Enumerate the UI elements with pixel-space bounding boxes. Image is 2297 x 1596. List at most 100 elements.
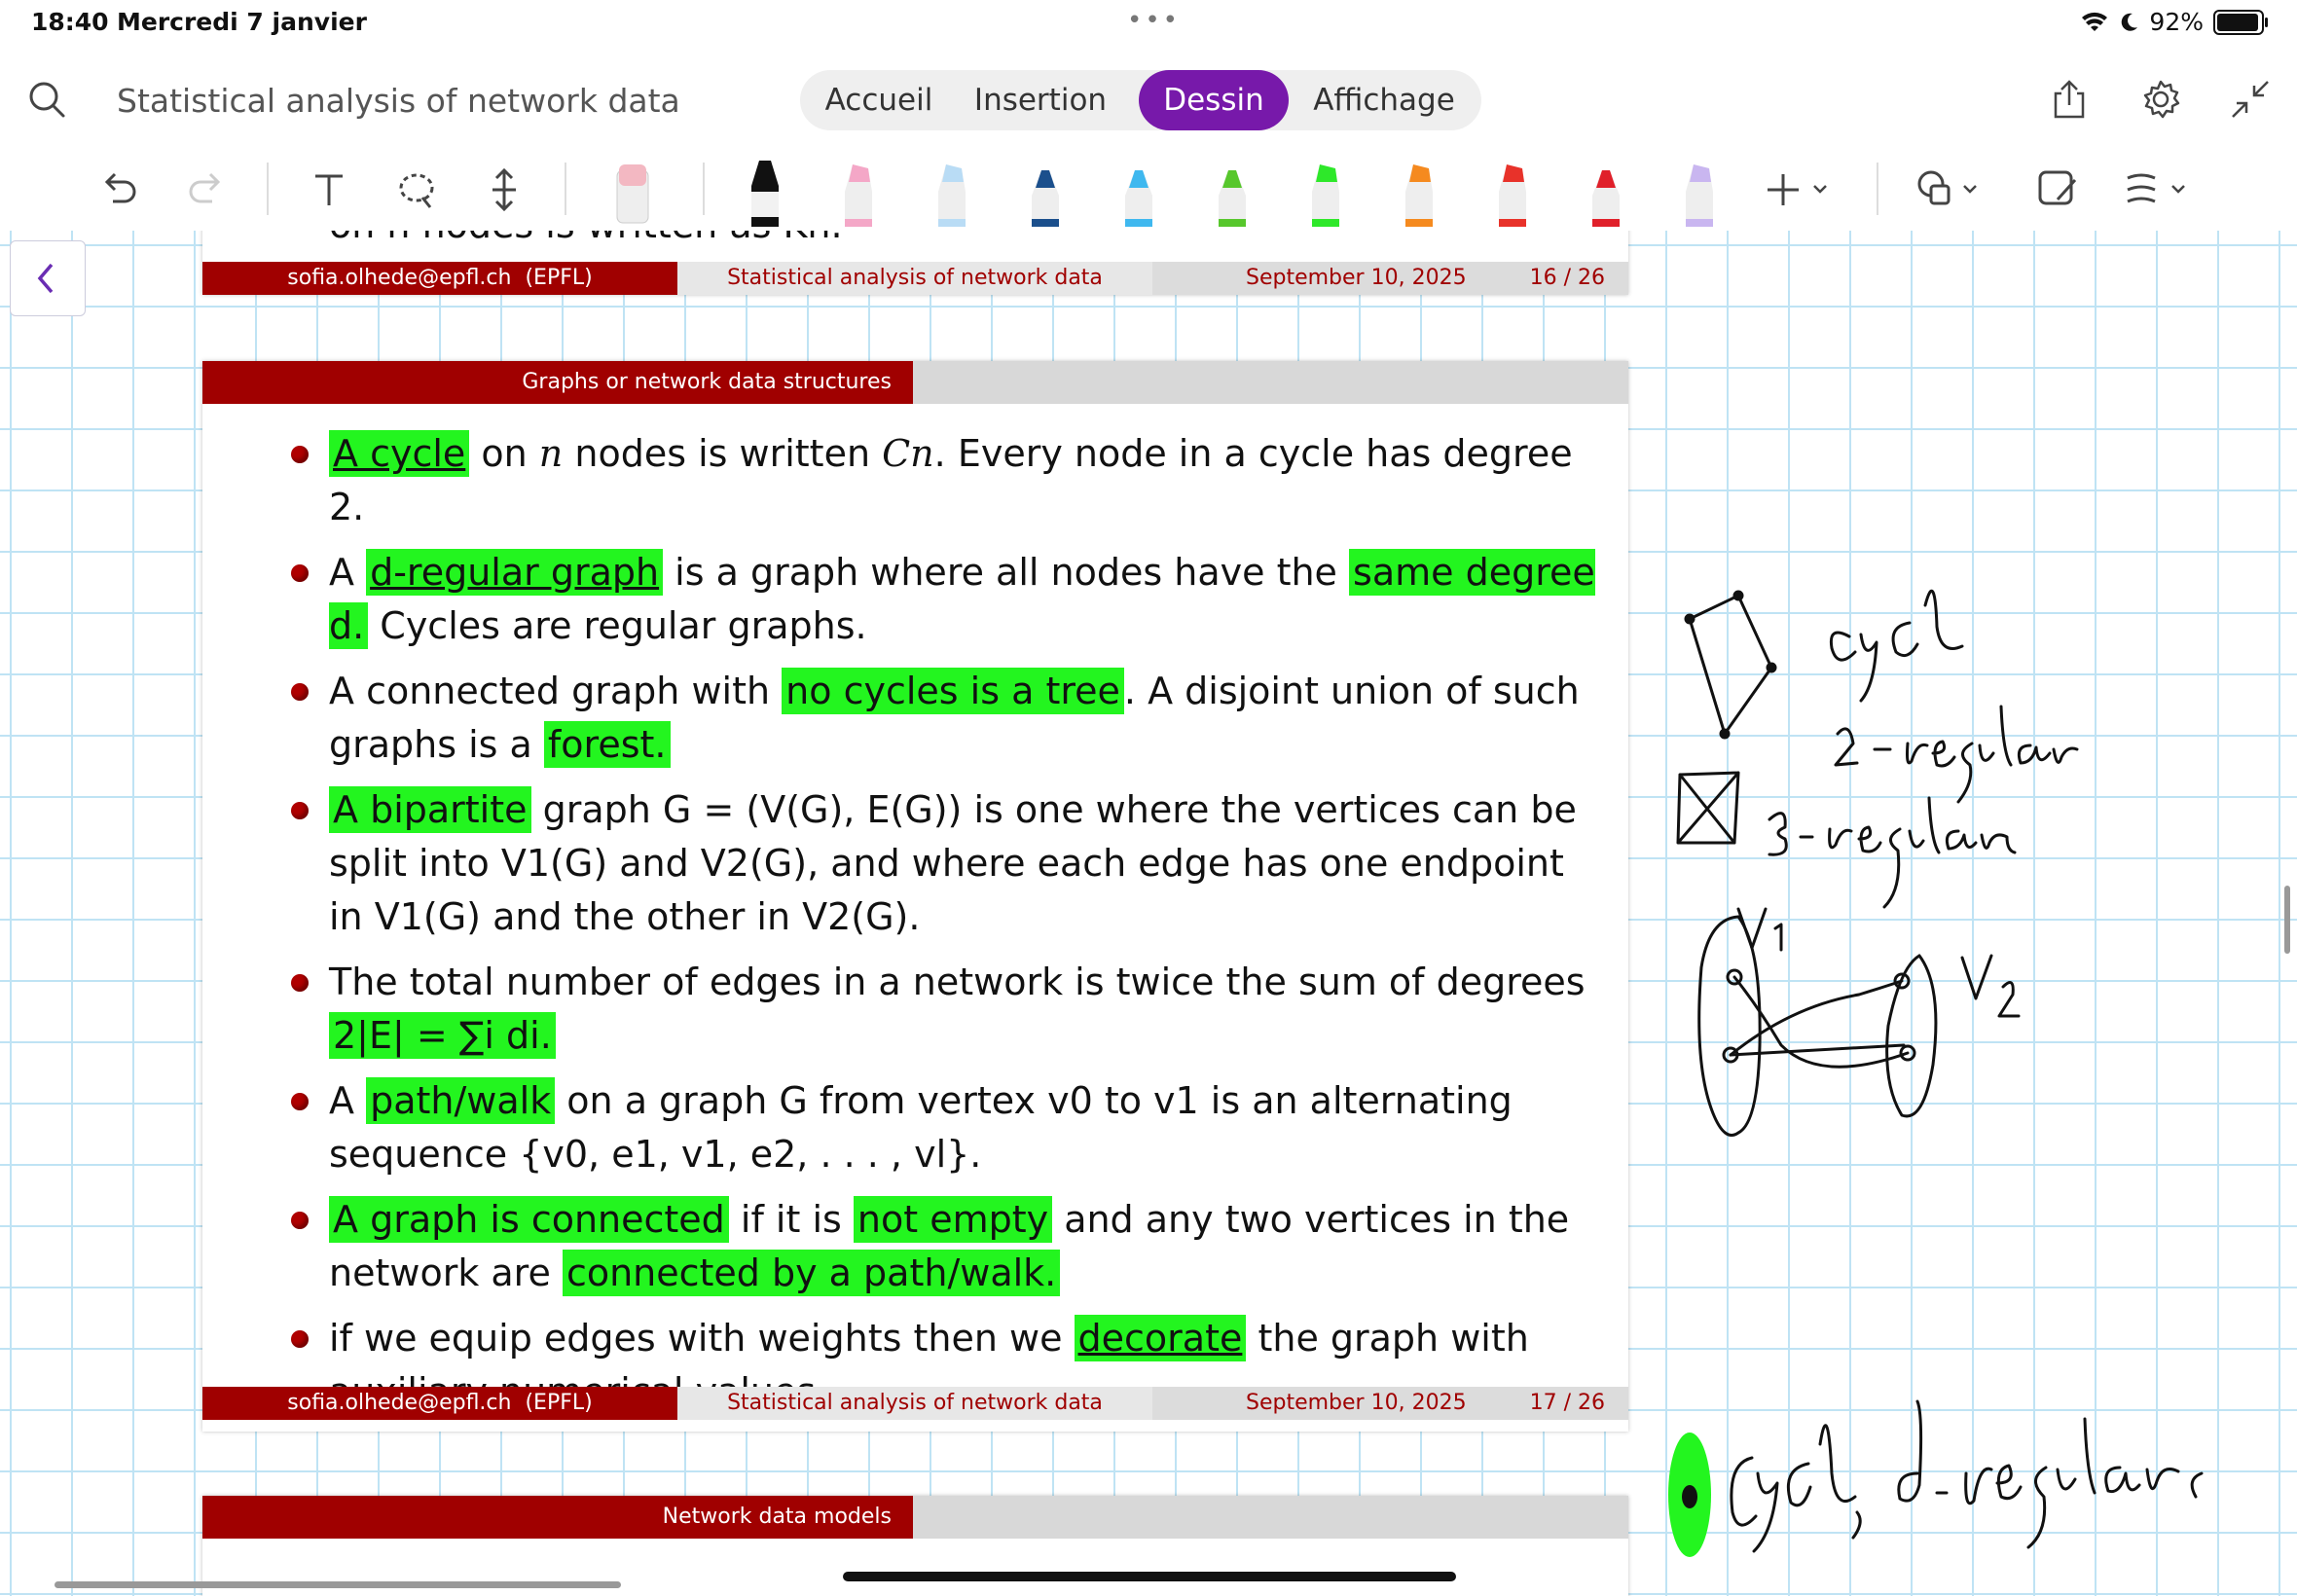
previous-slide-footer: sofia.olhede@epfl.ch (EPFL) Statistical …: [202, 262, 1628, 295]
bullet-regular-graph: A d-regular graph is a graph where all n…: [202, 546, 1628, 653]
home-indicator[interactable]: [843, 1572, 1456, 1581]
bullet-segment: A connected graph with: [329, 670, 783, 712]
pink-highlighter-icon[interactable]: [839, 157, 878, 227]
slide-footer: sofia.olhede@epfl.ch (EPFL) Statistical …: [202, 1387, 1628, 1420]
bullet-cycle: A cycle on n nodes is written Cn. Every …: [202, 427, 1628, 534]
previous-slide: on n nodes is written as Kn. sofia.olhed…: [202, 231, 1628, 295]
bullet-segment: nodes is written: [563, 432, 883, 475]
bullet-path: A path/walk on a graph G from vertex v0 …: [202, 1074, 1628, 1181]
ink-to-text-icon[interactable]: [2122, 161, 2200, 219]
highlighted-text: decorate: [1074, 1315, 1247, 1361]
horizontal-scrollbar[interactable]: [55, 1581, 621, 1588]
footer-institution: (EPFL): [525, 1391, 593, 1415]
footer-author: sofia.olhede@epfl.ch: [287, 266, 512, 290]
highlighted-text: connected by a path/walk.: [562, 1250, 1061, 1296]
battery-icon: [2213, 9, 2268, 35]
highlighted-text: no cycles is a tree: [782, 668, 1124, 714]
highlighted-text: A cycle: [329, 430, 470, 477]
collapse-icon[interactable]: [2229, 78, 2272, 121]
current-slide: Graphs or network data structures A cycl…: [202, 361, 1628, 1432]
bullet-segment: The total number of edges in a network i…: [329, 961, 1586, 1003]
footer-institution: (EPFL): [525, 266, 593, 290]
footer-title: Statistical analysis of network data: [677, 1387, 1152, 1420]
drawing-toolbar: [0, 157, 2297, 231]
slide-section-title: Graphs or network data structures: [202, 361, 913, 404]
status-bar: 18:40 Mercredi 7 janvier ••• 92%: [0, 0, 2297, 45]
insert-space-icon[interactable]: [483, 161, 526, 219]
back-button[interactable]: [10, 240, 86, 316]
orange-highlighter-icon[interactable]: [1400, 157, 1439, 227]
footer-page: 17 / 26: [1529, 1391, 1605, 1415]
document-title[interactable]: Statistical analysis of network data: [117, 82, 680, 120]
chevron-left-icon: [37, 263, 54, 294]
highlighted-text: path/walk: [366, 1077, 556, 1124]
tab-affichage[interactable]: Affichage: [1296, 70, 1472, 130]
ink-to-shape-icon[interactable]: [2034, 161, 2083, 219]
highlighted-text: A graph is connected: [329, 1196, 729, 1243]
ribbon-tabs: Accueil Insertion Dessin Affichage: [800, 70, 1481, 130]
settings-gear-icon[interactable]: [2139, 78, 2182, 121]
bullet-segment: Cycles are regular graphs.: [368, 604, 867, 647]
multitasking-dots-icon[interactable]: •••: [1127, 6, 1181, 35]
bullet-text: A cycle on n nodes is written Cn. Every …: [329, 430, 1573, 528]
lasso-icon[interactable]: [395, 161, 438, 219]
bullet-text: A connected graph with no cycles is a tr…: [329, 668, 1580, 768]
green-pen-icon[interactable]: [1213, 157, 1252, 227]
bullet-segment: on: [469, 432, 539, 475]
bullet-text: The total number of edges in a network i…: [329, 961, 1586, 1059]
black-pen-icon[interactable]: [746, 157, 784, 227]
bullet-segment: if we equip edges with weights then we: [329, 1317, 1075, 1360]
undo-icon[interactable]: [97, 161, 140, 219]
bullet-segment: A: [329, 551, 367, 594]
status-right: 92%: [2081, 8, 2268, 36]
navy-pen-icon[interactable]: [1026, 157, 1065, 227]
green-highlighter-icon[interactable]: [1306, 157, 1345, 227]
share-icon[interactable]: [2048, 78, 2091, 121]
redo-icon[interactable]: [185, 161, 228, 219]
footer-page: 16 / 26: [1529, 266, 1605, 290]
red-highlighter-icon[interactable]: [1493, 157, 1532, 227]
next-slide-header: Network data models: [202, 1496, 1628, 1539]
bullet-tree: A connected graph with no cycles is a tr…: [202, 665, 1628, 772]
footer-date: September 10, 2025: [1246, 1391, 1467, 1415]
notebook-page[interactable]: on n nodes is written as Kn. sofia.olhed…: [0, 231, 2297, 1596]
footer-author: sofia.olhede@epfl.ch: [287, 1391, 512, 1415]
shapes-icon[interactable]: [1914, 161, 1987, 219]
top-bar: Statistical analysis of network data Acc…: [0, 45, 2297, 157]
footer-date: September 10, 2025: [1246, 266, 1467, 290]
bullet-segment: Cn: [882, 432, 934, 475]
bullet-text: A path/walk on a graph G from vertex v0 …: [329, 1077, 1513, 1176]
lavender-highlighter-icon[interactable]: [1680, 157, 1719, 227]
bullet-bipartite: A bipartite graph G = (V(G), E(G)) is on…: [202, 783, 1628, 944]
tab-insertion[interactable]: Insertion: [958, 70, 1123, 130]
slide-header: Graphs or network data structures: [202, 361, 1628, 404]
red-pen-icon[interactable]: [1586, 157, 1625, 227]
handwritten-notes[interactable]: [1645, 461, 2297, 1580]
next-slide-section-title: Network data models: [202, 1496, 913, 1539]
tab-dessin[interactable]: Dessin: [1139, 70, 1289, 130]
bullet-segment: is a graph where all nodes have the: [663, 551, 1350, 594]
lightblue-highlighter-icon[interactable]: [932, 157, 971, 227]
bullet-segment: n: [538, 432, 564, 475]
battery-percent: 92%: [2149, 8, 2204, 36]
add-pen-icon[interactable]: [1766, 161, 1834, 219]
vertical-scrollbar[interactable]: [2284, 886, 2290, 954]
footer-title: Statistical analysis of network data: [677, 262, 1152, 295]
search-icon[interactable]: [27, 80, 66, 119]
tab-accueil[interactable]: Accueil: [800, 70, 958, 130]
wifi-icon: [2082, 12, 2108, 31]
status-date: Mercredi 7 janvier: [117, 8, 367, 36]
skyblue-pen-icon[interactable]: [1119, 157, 1158, 227]
eraser-icon[interactable]: [613, 157, 652, 227]
status-time: 18:40: [31, 8, 109, 36]
previous-slide-clipped-text: on n nodes is written as Kn.: [329, 231, 843, 244]
bullet-connected: A graph is connected if it is not empty …: [202, 1193, 1628, 1300]
highlighted-text: d-regular graph: [366, 549, 664, 596]
highlighted-text: A bipartite: [329, 786, 531, 833]
bullet-edges: The total number of edges in a network i…: [202, 956, 1628, 1063]
bullet-text: A d-regular graph is a graph where all n…: [329, 549, 1595, 649]
highlighted-text: not empty: [853, 1196, 1053, 1243]
bullet-segment: A: [329, 1079, 367, 1122]
text-tool-icon[interactable]: [308, 161, 350, 219]
highlighted-text: forest.: [543, 721, 671, 768]
